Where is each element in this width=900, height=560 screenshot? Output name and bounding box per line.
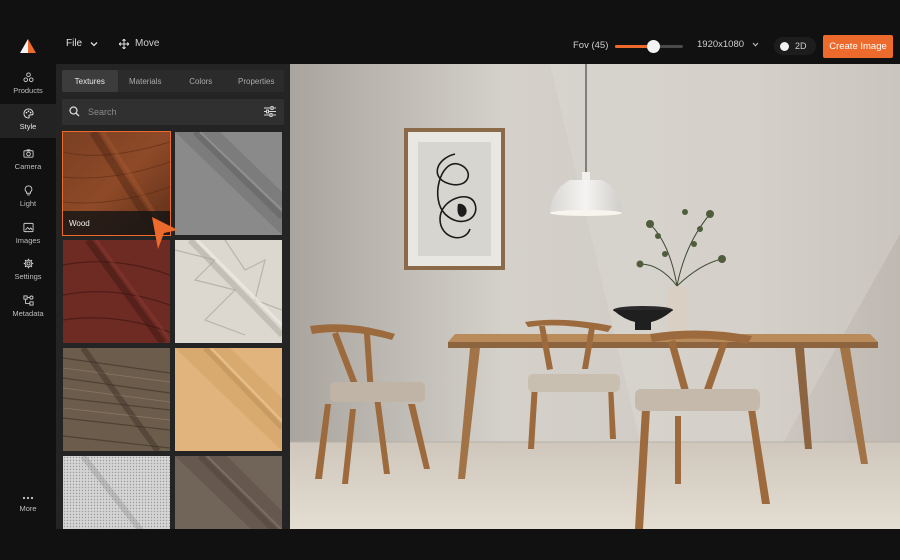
fov-slider-thumb[interactable] [647, 40, 661, 53]
nav-item-images[interactable]: Images [0, 218, 56, 252]
search-input[interactable] [88, 103, 248, 121]
app-logo-icon [20, 39, 36, 53]
texture-tile-gray-fabric[interactable] [175, 132, 282, 235]
move-icon [119, 38, 129, 49]
nav-label: Style [19, 122, 37, 131]
red-wood-texture [63, 240, 170, 343]
resolution-value: 1920x1080 [697, 39, 745, 50]
beige-fabric-texture [175, 348, 282, 451]
nav-label: More [19, 504, 37, 513]
nav-item-light[interactable]: Light [0, 181, 56, 215]
weathered-wood-texture [63, 348, 170, 451]
file-menu-label: File [66, 38, 83, 49]
texture-tile-weathered-wood[interactable] [63, 348, 170, 451]
white-crinkled-texture [175, 240, 282, 343]
resolution-dropdown[interactable]: 1920x1080 [697, 39, 759, 50]
fov-slider[interactable] [615, 40, 683, 53]
chevron-down-icon [90, 41, 98, 46]
toggle-knob [780, 41, 789, 51]
camera-icon [22, 149, 34, 158]
dining-room-render [290, 64, 900, 529]
move-tool-button[interactable]: Move [119, 38, 159, 49]
fov-label: Fov (45) [573, 40, 609, 51]
texture-tile-red-wood[interactable] [63, 240, 170, 343]
nav-label: Products [13, 86, 43, 95]
gear-icon [23, 258, 33, 269]
tab-colors[interactable]: Colors [173, 70, 229, 92]
white-mesh-texture [63, 456, 170, 529]
palette-icon [23, 108, 34, 119]
metadata-icon [22, 295, 34, 306]
nav-label: Metadata [12, 309, 44, 318]
nav-item-style[interactable]: Style [0, 104, 56, 138]
texture-tile-taupe-fabric[interactable] [175, 456, 282, 529]
texture-search [62, 99, 284, 125]
nav-label: Light [19, 199, 37, 208]
create-image-button[interactable]: Create Image [823, 35, 893, 58]
more-icon [22, 496, 34, 500]
mode-2d-toggle[interactable]: 2D [774, 37, 816, 55]
pointer-cursor-icon [152, 217, 178, 249]
taupe-fabric-texture [175, 456, 282, 529]
nav-item-metadata[interactable]: Metadata [0, 291, 56, 325]
products-icon [22, 72, 34, 83]
nav-label: Settings [14, 272, 42, 281]
tab-textures[interactable]: Textures [62, 70, 118, 92]
nav-item-settings[interactable]: Settings [0, 254, 56, 288]
gray-fabric-texture [175, 132, 282, 235]
chevron-down-icon [752, 42, 759, 47]
panel-tabs: Textures Materials Colors Properties [62, 70, 284, 92]
scene-preview[interactable] [290, 64, 900, 529]
create-image-label: Create Image [829, 41, 887, 52]
file-menu[interactable]: File [66, 38, 98, 49]
nav-label: Camera [14, 162, 42, 171]
left-navigation: Products Style Camera Light Images Setti… [0, 64, 56, 529]
nav-label: Images [15, 236, 41, 245]
mode-2d-label: 2D [795, 41, 807, 51]
nav-item-camera[interactable]: Camera [0, 144, 56, 178]
tab-properties[interactable]: Properties [229, 70, 285, 92]
top-bar: File Move Fov (45) 1920x1080 2D Create I… [0, 28, 900, 64]
nav-item-more[interactable]: More [0, 496, 56, 513]
move-tool-label: Move [135, 38, 160, 49]
lightbulb-icon [24, 185, 32, 196]
texture-tile-white-crinkled[interactable] [175, 240, 282, 343]
nav-item-products[interactable]: Products [0, 70, 56, 104]
tab-materials[interactable]: Materials [118, 70, 174, 92]
texture-tile-beige-fabric[interactable] [175, 348, 282, 451]
image-icon [22, 222, 34, 233]
style-panel: Textures Materials Colors Properties Sea… [56, 64, 290, 529]
search-icon [69, 106, 80, 117]
filter-sliders-icon[interactable] [264, 106, 276, 117]
texture-tile-white-mesh[interactable] [63, 456, 170, 529]
